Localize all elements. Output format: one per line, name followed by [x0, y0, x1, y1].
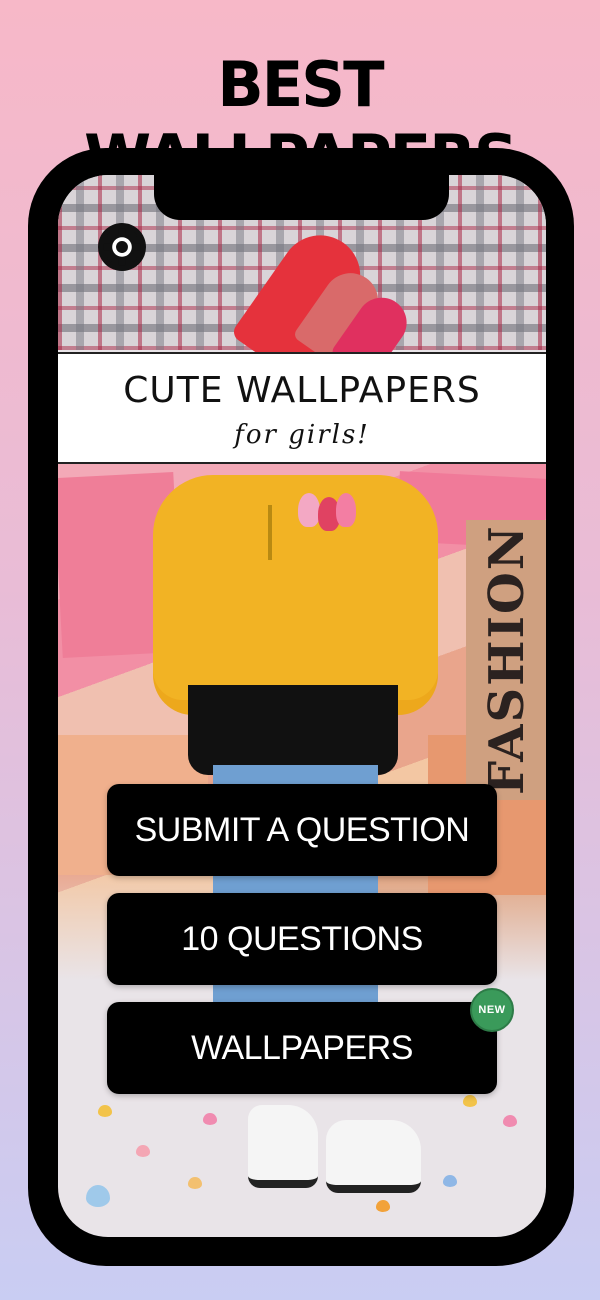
- heart-gem-decoration: [188, 1177, 202, 1189]
- sneaker: [248, 1105, 318, 1188]
- heart-gem-decoration: [463, 1095, 477, 1107]
- heart-gem-decoration: [503, 1115, 517, 1127]
- submit-question-button[interactable]: SUBMIT A QUESTION: [107, 784, 497, 876]
- app-title: CUTE WALLPAPERS: [123, 370, 481, 411]
- heart-gem-decoration: [98, 1105, 112, 1117]
- yellow-sweater: [153, 475, 438, 700]
- fashion-poster-text: FASHION: [466, 520, 546, 800]
- gear-icon: [103, 228, 141, 266]
- heart-gem-decoration: [376, 1200, 390, 1212]
- phone-notch: [154, 170, 449, 220]
- title-banner: CUTE WALLPAPERS for girls!: [58, 352, 546, 464]
- sweater-zipper: [268, 505, 272, 560]
- heart-gem-decoration: [443, 1175, 457, 1187]
- app-subtitle: for girls!: [234, 420, 370, 450]
- tulip-decoration: [298, 493, 320, 527]
- ten-questions-button[interactable]: 10 QUESTIONS: [107, 893, 497, 985]
- heart-gem-decoration: [203, 1113, 217, 1125]
- sneaker: [326, 1120, 421, 1193]
- new-badge: NEW: [470, 988, 514, 1032]
- settings-button[interactable]: [98, 223, 146, 271]
- tulip-decoration: [336, 493, 356, 527]
- heart-gem-decoration: [136, 1145, 150, 1157]
- black-skirt: [188, 685, 398, 775]
- wallpapers-button[interactable]: WALLPAPERS: [107, 1002, 497, 1094]
- heart-gem-decoration: [86, 1185, 110, 1207]
